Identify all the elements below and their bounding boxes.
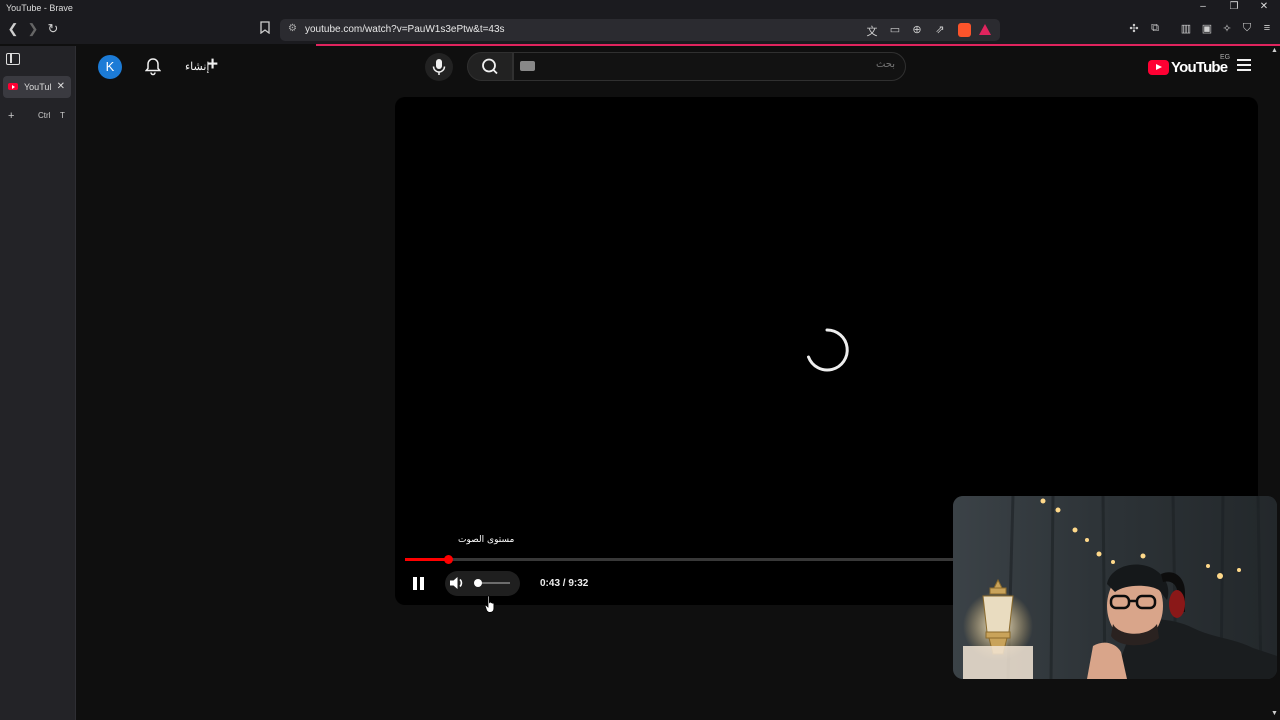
scroll-up-icon[interactable]: ▲ <box>1271 47 1278 54</box>
mic-icon <box>432 59 446 75</box>
wallet-icon[interactable]: ▣ <box>1200 22 1214 35</box>
plus-icon: + <box>8 110 15 122</box>
hand-cursor-icon <box>484 595 495 613</box>
tab-close-icon[interactable]: ✕ <box>57 81 65 92</box>
bookmark-icon[interactable] <box>258 21 272 37</box>
create-button[interactable]: إنشاء + <box>181 54 225 77</box>
shortcut-key-ctrl: Ctrl <box>38 111 51 120</box>
tab-youtube[interactable]: YouTul ✕ <box>3 76 71 98</box>
progress-scrubber[interactable] <box>443 555 453 564</box>
tab-title: YouTul <box>24 82 52 92</box>
window-titlebar: YouTube - Brave – ❐ ✕ <box>0 0 1280 16</box>
bell-icon[interactable] <box>144 57 162 76</box>
volume-icon[interactable] <box>448 575 466 591</box>
guide-menu-button[interactable] <box>1237 59 1251 72</box>
leo-icon[interactable]: ✧ <box>1220 22 1234 35</box>
back-icon[interactable]: ❮ <box>6 21 20 37</box>
sidebar-toggle-icon[interactable] <box>6 53 20 65</box>
shortcut-key-t: T <box>60 111 65 120</box>
menu-icon[interactable]: ≡ <box>1260 22 1274 34</box>
progress-played <box>405 558 448 561</box>
minimize-button[interactable]: – <box>1196 1 1210 12</box>
spinner-icon <box>807 328 849 372</box>
vpn-icon[interactable]: ⛉ <box>1240 22 1254 35</box>
zoom-icon[interactable]: ⊕ <box>910 23 924 36</box>
translate-icon[interactable]: 文 <box>865 23 879 39</box>
volume-slider[interactable] <box>473 579 510 587</box>
brave-shields-icon[interactable] <box>958 23 971 37</box>
url-text[interactable]: youtube.com/watch?v=PauW1s3ePtw&t=43s <box>305 24 505 35</box>
site-info-icon[interactable]: ⚙ <box>288 23 297 34</box>
volume-tooltip: مستوى الصوت <box>458 535 515 545</box>
progress-bar[interactable] <box>405 555 960 564</box>
logo-wordmark: YouTube <box>1171 59 1228 76</box>
sidebar-icon[interactable]: ▥ <box>1179 22 1193 35</box>
cast-icon[interactable]: ▭ <box>888 23 902 36</box>
share-icon[interactable]: ⇗ <box>933 23 947 36</box>
rewards-icon[interactable] <box>979 24 991 35</box>
avatar[interactable]: K <box>98 55 122 79</box>
youtube-header: K إنشاء + YouTube EG <box>77 46 1280 88</box>
forward-icon[interactable]: ❯ <box>26 21 40 37</box>
browser-toolbar: ❮ ❯ ↻ ⚙ youtube.com/watch?v=PauW1s3ePtw&… <box>0 16 1280 44</box>
extensions-icon[interactable]: ✣ <box>1127 22 1141 35</box>
reload-icon[interactable]: ↻ <box>46 21 60 37</box>
search-input[interactable] <box>595 59 895 70</box>
search-button[interactable] <box>467 52 513 81</box>
pause-icon[interactable] <box>413 577 425 590</box>
create-label: إنشاء <box>185 61 210 73</box>
country-code: EG <box>1220 54 1231 61</box>
search-field[interactable] <box>513 52 906 81</box>
vertical-tabs-panel: YouTul ✕ + Ctrl T <box>0 46 76 720</box>
youtube-logo[interactable]: YouTube EG <box>1148 54 1230 78</box>
volume-knob[interactable] <box>473 579 482 587</box>
webcam-overlay <box>953 496 1277 679</box>
search-icon <box>482 58 498 75</box>
close-window-button[interactable]: ✕ <box>1257 1 1271 12</box>
address-bar[interactable]: ⚙ youtube.com/watch?v=PauW1s3ePtw&t=43s … <box>280 19 1000 41</box>
downloads-icon[interactable]: ⧉ <box>1148 22 1162 35</box>
time-display: 0:43 / 9:32 <box>540 578 589 589</box>
window-title: YouTube - Brave <box>6 3 73 13</box>
maximize-button[interactable]: ❐ <box>1227 1 1241 12</box>
keyboard-icon[interactable] <box>520 61 535 71</box>
youtube-play-icon <box>1148 60 1169 75</box>
youtube-favicon-icon <box>8 83 18 90</box>
scroll-down-icon[interactable]: ▼ <box>1271 710 1278 717</box>
plus-icon: + <box>207 54 219 75</box>
mic-button[interactable] <box>425 53 453 81</box>
